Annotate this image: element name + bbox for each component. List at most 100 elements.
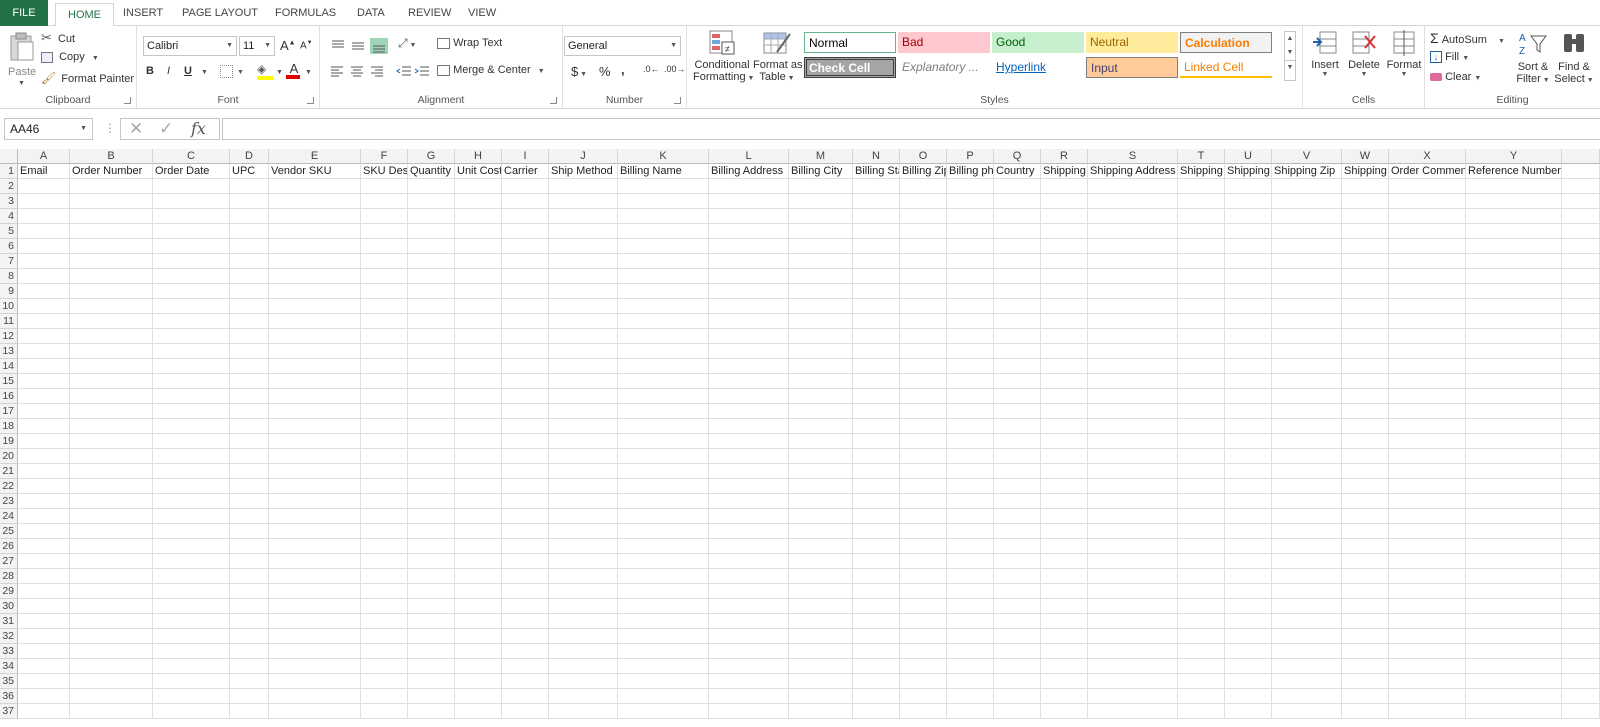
cell-q33[interactable] <box>994 644 1041 659</box>
cell-h18[interactable] <box>455 419 502 434</box>
cell-e36[interactable] <box>269 689 361 704</box>
cell-j33[interactable] <box>549 644 618 659</box>
cell-p25[interactable] <box>947 524 994 539</box>
cell-t25[interactable] <box>1178 524 1225 539</box>
cell-e32[interactable] <box>269 629 361 644</box>
row-header-14[interactable]: 14 <box>0 359 18 374</box>
cell-m19[interactable] <box>789 434 853 449</box>
cell-b36[interactable] <box>70 689 153 704</box>
cell-e3[interactable] <box>269 194 361 209</box>
cell-j30[interactable] <box>549 599 618 614</box>
cell-t22[interactable] <box>1178 479 1225 494</box>
cell-m3[interactable] <box>789 194 853 209</box>
wrap-text-button[interactable]: Wrap Text <box>437 37 502 49</box>
cell-f29[interactable] <box>361 584 408 599</box>
cell-a28[interactable] <box>18 569 70 584</box>
cell-q22[interactable] <box>994 479 1041 494</box>
cell-m20[interactable] <box>789 449 853 464</box>
cell-k17[interactable] <box>618 404 709 419</box>
cell-q24[interactable] <box>994 509 1041 524</box>
cell-d28[interactable] <box>230 569 269 584</box>
cell-t9[interactable] <box>1178 284 1225 299</box>
cell-k15[interactable] <box>618 374 709 389</box>
cell-s14[interactable] <box>1088 359 1178 374</box>
cell-c27[interactable] <box>153 554 230 569</box>
cell-w1[interactable]: Shipping <box>1342 164 1389 179</box>
cell-i19[interactable] <box>502 434 549 449</box>
cell-d16[interactable] <box>230 389 269 404</box>
underline-button[interactable]: U <box>184 65 192 77</box>
tab-insert[interactable]: INSERT <box>111 0 175 26</box>
cell-l1[interactable]: Billing Address <box>709 164 789 179</box>
cell-j15[interactable] <box>549 374 618 389</box>
cell-l31[interactable] <box>709 614 789 629</box>
cell-m29[interactable] <box>789 584 853 599</box>
cell-y17[interactable] <box>1466 404 1562 419</box>
cell-i8[interactable] <box>502 269 549 284</box>
cell-a18[interactable] <box>18 419 70 434</box>
cell-j16[interactable] <box>549 389 618 404</box>
cell-j21[interactable] <box>549 464 618 479</box>
insert-cells-button[interactable]: Insert ▼ <box>1307 30 1343 78</box>
cell-x7[interactable] <box>1389 254 1466 269</box>
cell-c14[interactable] <box>153 359 230 374</box>
cell-u9[interactable] <box>1225 284 1272 299</box>
cell-a27[interactable] <box>18 554 70 569</box>
cell-r12[interactable] <box>1041 329 1088 344</box>
cell-m10[interactable] <box>789 299 853 314</box>
cell-t12[interactable] <box>1178 329 1225 344</box>
cell-r22[interactable] <box>1041 479 1088 494</box>
cell-p16[interactable] <box>947 389 994 404</box>
cell-n23[interactable] <box>853 494 900 509</box>
cell-f14[interactable] <box>361 359 408 374</box>
cell-l30[interactable] <box>709 599 789 614</box>
row-header-4[interactable]: 4 <box>0 209 18 224</box>
cell-c36[interactable] <box>153 689 230 704</box>
row-header-36[interactable]: 36 <box>0 689 18 704</box>
cell-d14[interactable] <box>230 359 269 374</box>
format-as-table-button[interactable]: Format as Table ▼ <box>753 30 803 83</box>
cell-u21[interactable] <box>1225 464 1272 479</box>
cell-p11[interactable] <box>947 314 994 329</box>
cell-v1[interactable]: Shipping Zip <box>1272 164 1342 179</box>
cell-x21[interactable] <box>1389 464 1466 479</box>
cell-v2[interactable] <box>1272 179 1342 194</box>
cell-s4[interactable] <box>1088 209 1178 224</box>
cell-p24[interactable] <box>947 509 994 524</box>
cell-r19[interactable] <box>1041 434 1088 449</box>
cell-f27[interactable] <box>361 554 408 569</box>
cell-v27[interactable] <box>1272 554 1342 569</box>
sort-filter-button[interactable]: A Z Sort & Filter ▼ <box>1513 30 1553 85</box>
cell-b15[interactable] <box>70 374 153 389</box>
cell-o35[interactable] <box>900 674 947 689</box>
cell-z14[interactable] <box>1562 359 1600 374</box>
column-header-x[interactable]: X <box>1389 149 1466 164</box>
cell-g7[interactable] <box>408 254 455 269</box>
scroll-down-icon[interactable]: ▼ <box>1285 46 1295 60</box>
cell-h13[interactable] <box>455 344 502 359</box>
cell-g16[interactable] <box>408 389 455 404</box>
cell-k10[interactable] <box>618 299 709 314</box>
cell-g18[interactable] <box>408 419 455 434</box>
cell-m1[interactable]: Billing City <box>789 164 853 179</box>
cell-t1[interactable]: Shipping <box>1178 164 1225 179</box>
cell-u3[interactable] <box>1225 194 1272 209</box>
cell-o26[interactable] <box>900 539 947 554</box>
cell-t31[interactable] <box>1178 614 1225 629</box>
cell-o23[interactable] <box>900 494 947 509</box>
cell-y29[interactable] <box>1466 584 1562 599</box>
cell-l34[interactable] <box>709 659 789 674</box>
cell-g5[interactable] <box>408 224 455 239</box>
cell-y7[interactable] <box>1466 254 1562 269</box>
cell-w6[interactable] <box>1342 239 1389 254</box>
cell-n3[interactable] <box>853 194 900 209</box>
cell-r36[interactable] <box>1041 689 1088 704</box>
cell-o3[interactable] <box>900 194 947 209</box>
cancel-icon[interactable]: ✕ <box>129 119 143 139</box>
cell-p14[interactable] <box>947 359 994 374</box>
cell-n33[interactable] <box>853 644 900 659</box>
column-header-j[interactable]: J <box>549 149 618 164</box>
cell-c28[interactable] <box>153 569 230 584</box>
cell-g37[interactable] <box>408 704 455 719</box>
cell-t10[interactable] <box>1178 299 1225 314</box>
